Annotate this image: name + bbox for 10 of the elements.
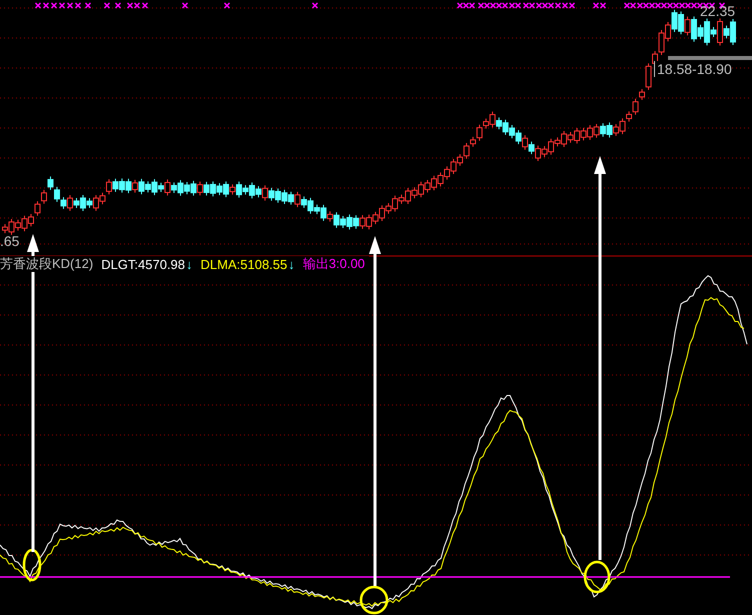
- low-price-label: .65: [0, 233, 20, 249]
- highlight-circle: [22, 548, 42, 582]
- indicator-name: 芳香波段KD(12): [0, 255, 94, 273]
- highlight-circle: [584, 560, 610, 594]
- high-price-label: 22.35: [700, 3, 736, 19]
- highlight-circle: [360, 586, 388, 614]
- indicator-value: DLMA:5108.55↓: [200, 256, 295, 272]
- indicator-value: 输出3:0.00: [302, 255, 365, 273]
- indicator-value: DLGT:4570.98↓: [101, 256, 193, 272]
- price-range-label: 18.58-18.90: [654, 61, 732, 77]
